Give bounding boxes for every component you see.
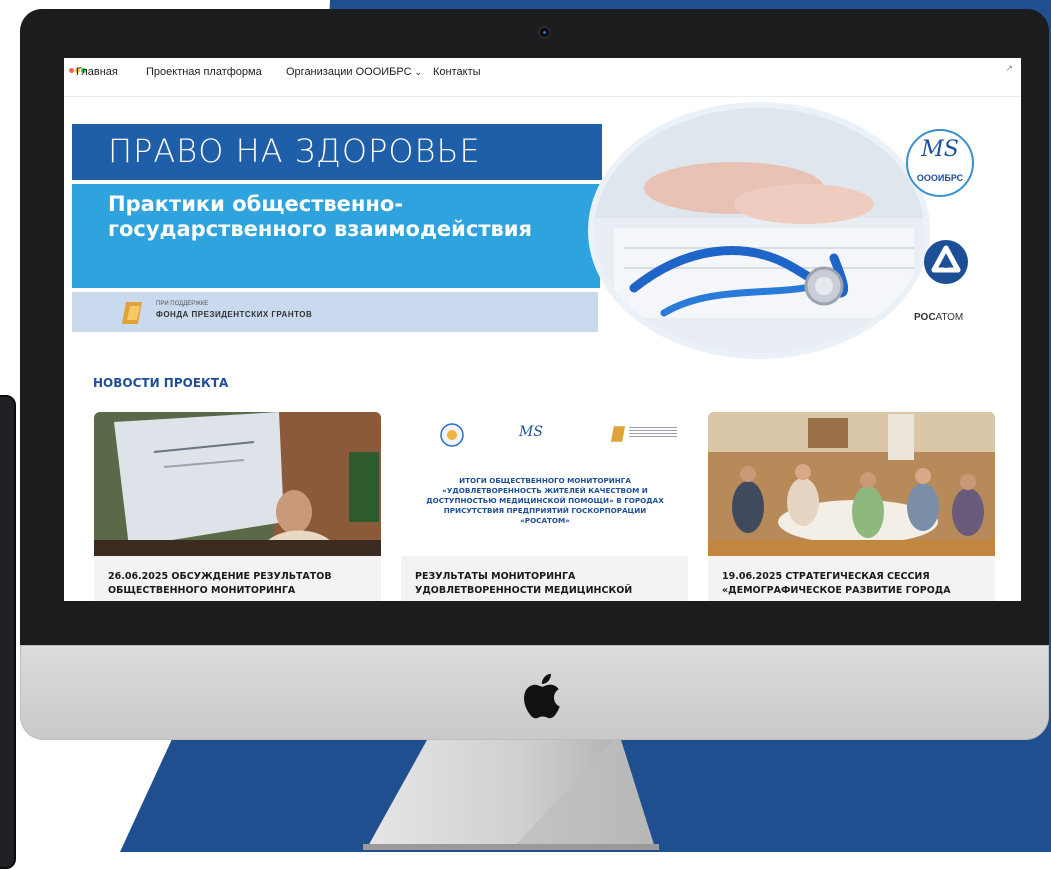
news-card-poster: MS ИТОГИ ОБЩЕСТВЕННОГО МОНИТОРИНГА «УДОВ… (401, 412, 688, 556)
browser-screen: Главная Проектная платформа Организации … (64, 58, 1021, 601)
side-device-frame (0, 395, 16, 869)
banner-subtitle-band: Практики общественно-государственного вз… (72, 184, 600, 288)
nav-item-project-platform[interactable]: Проектная платформа (146, 66, 262, 78)
grant-small-caption-lines (629, 427, 677, 439)
news-card[interactable]: MS ИТОГИ ОБЩЕСТВЕННОГО МОНИТОРИНГА «УДОВ… (401, 412, 688, 601)
banner-title: ПРАВО НА ЗДОРОВЬЕ (108, 132, 481, 170)
news-card[interactable]: 19.06.2025 СТРАТЕГИЧЕСКАЯ СЕССИЯ «ДЕМОГР… (708, 412, 995, 601)
banner-photo-stethoscope (594, 108, 924, 353)
rosatom-wordmark-light: АТОМ (935, 312, 964, 323)
oooibrs-logo-text: ОООИБРС (916, 173, 964, 183)
nav-item-organizations-label: Организации ОООИБРС (286, 66, 412, 78)
nav-item-contacts[interactable]: Контакты (433, 66, 481, 78)
close-window-button[interactable] (69, 68, 74, 73)
news-card-poster-text: ИТОГИ ОБЩЕСТВЕННОГО МОНИТОРИНГА «УДОВЛЕТ… (426, 476, 664, 525)
rosatom-wordmark: РОСАТОМ (914, 312, 963, 323)
nav-item-home[interactable]: Главная (76, 66, 118, 78)
chevron-down-icon: ⌄ (414, 67, 423, 77)
oooibrs-logo: MS ОООИБРС (906, 129, 974, 197)
presidential-grants-logo-icon (122, 302, 142, 324)
hero-banner: ПРАВО НА ЗДОРОВЬЕ Практики общественно-г… (64, 108, 1021, 353)
news-heading: НОВОСТИ ПРОЕКТА (93, 376, 229, 390)
news-card-photo-presentation (94, 412, 381, 556)
top-navigation: Главная Проектная платформа Организации … (64, 58, 1021, 97)
grant-fund-name: ФОНДА ПРЕЗИДЕНТСКИХ ГРАНТОВ (156, 310, 313, 319)
banner-subtitle: Практики общественно-государственного вз… (108, 192, 532, 241)
ms-small-logo-icon: MS (519, 424, 543, 440)
monitor-chin (20, 645, 1049, 740)
apple-logo-icon (524, 673, 560, 719)
news-card-title: 26.06.2025 ОБСУЖДЕНИЕ РЕЗУЛЬТАТОВ ОБЩЕСТ… (108, 571, 332, 596)
banner-title-band: ПРАВО НА ЗДОРОВЬЕ (72, 124, 602, 180)
grant-small-logo-icon (611, 426, 625, 442)
expand-icon[interactable]: ↗ (1005, 63, 1013, 74)
rosatom-small-logo-icon (440, 423, 464, 447)
rosatom-logo-icon (924, 240, 968, 284)
grant-caption: ПРИ ПОДДЕРЖКЕ (156, 301, 209, 307)
news-card[interactable]: 26.06.2025 ОБСУЖДЕНИЕ РЕЗУЛЬТАТОВ ОБЩЕСТ… (94, 412, 381, 601)
oooibrs-logo-mark: MS (921, 137, 959, 162)
news-card-photo-session (708, 412, 995, 556)
camera-icon (540, 28, 549, 37)
rosatom-wordmark-bold: РОС (914, 312, 936, 323)
news-card-title: 19.06.2025 СТРАТЕГИЧЕСКАЯ СЕССИЯ «ДЕМОГР… (722, 571, 951, 596)
monitor-stand (363, 740, 663, 852)
news-card-title: РЕЗУЛЬТАТЫ МОНИТОРИНГА УДОВЛЕТВОРЕННОСТИ… (415, 571, 633, 596)
grant-band: ПРИ ПОДДЕРЖКЕ ФОНДА ПРЕЗИДЕНТСКИХ ГРАНТО… (72, 292, 598, 332)
nav-item-organizations[interactable]: Организации ОООИБРС ⌄ (286, 66, 422, 78)
